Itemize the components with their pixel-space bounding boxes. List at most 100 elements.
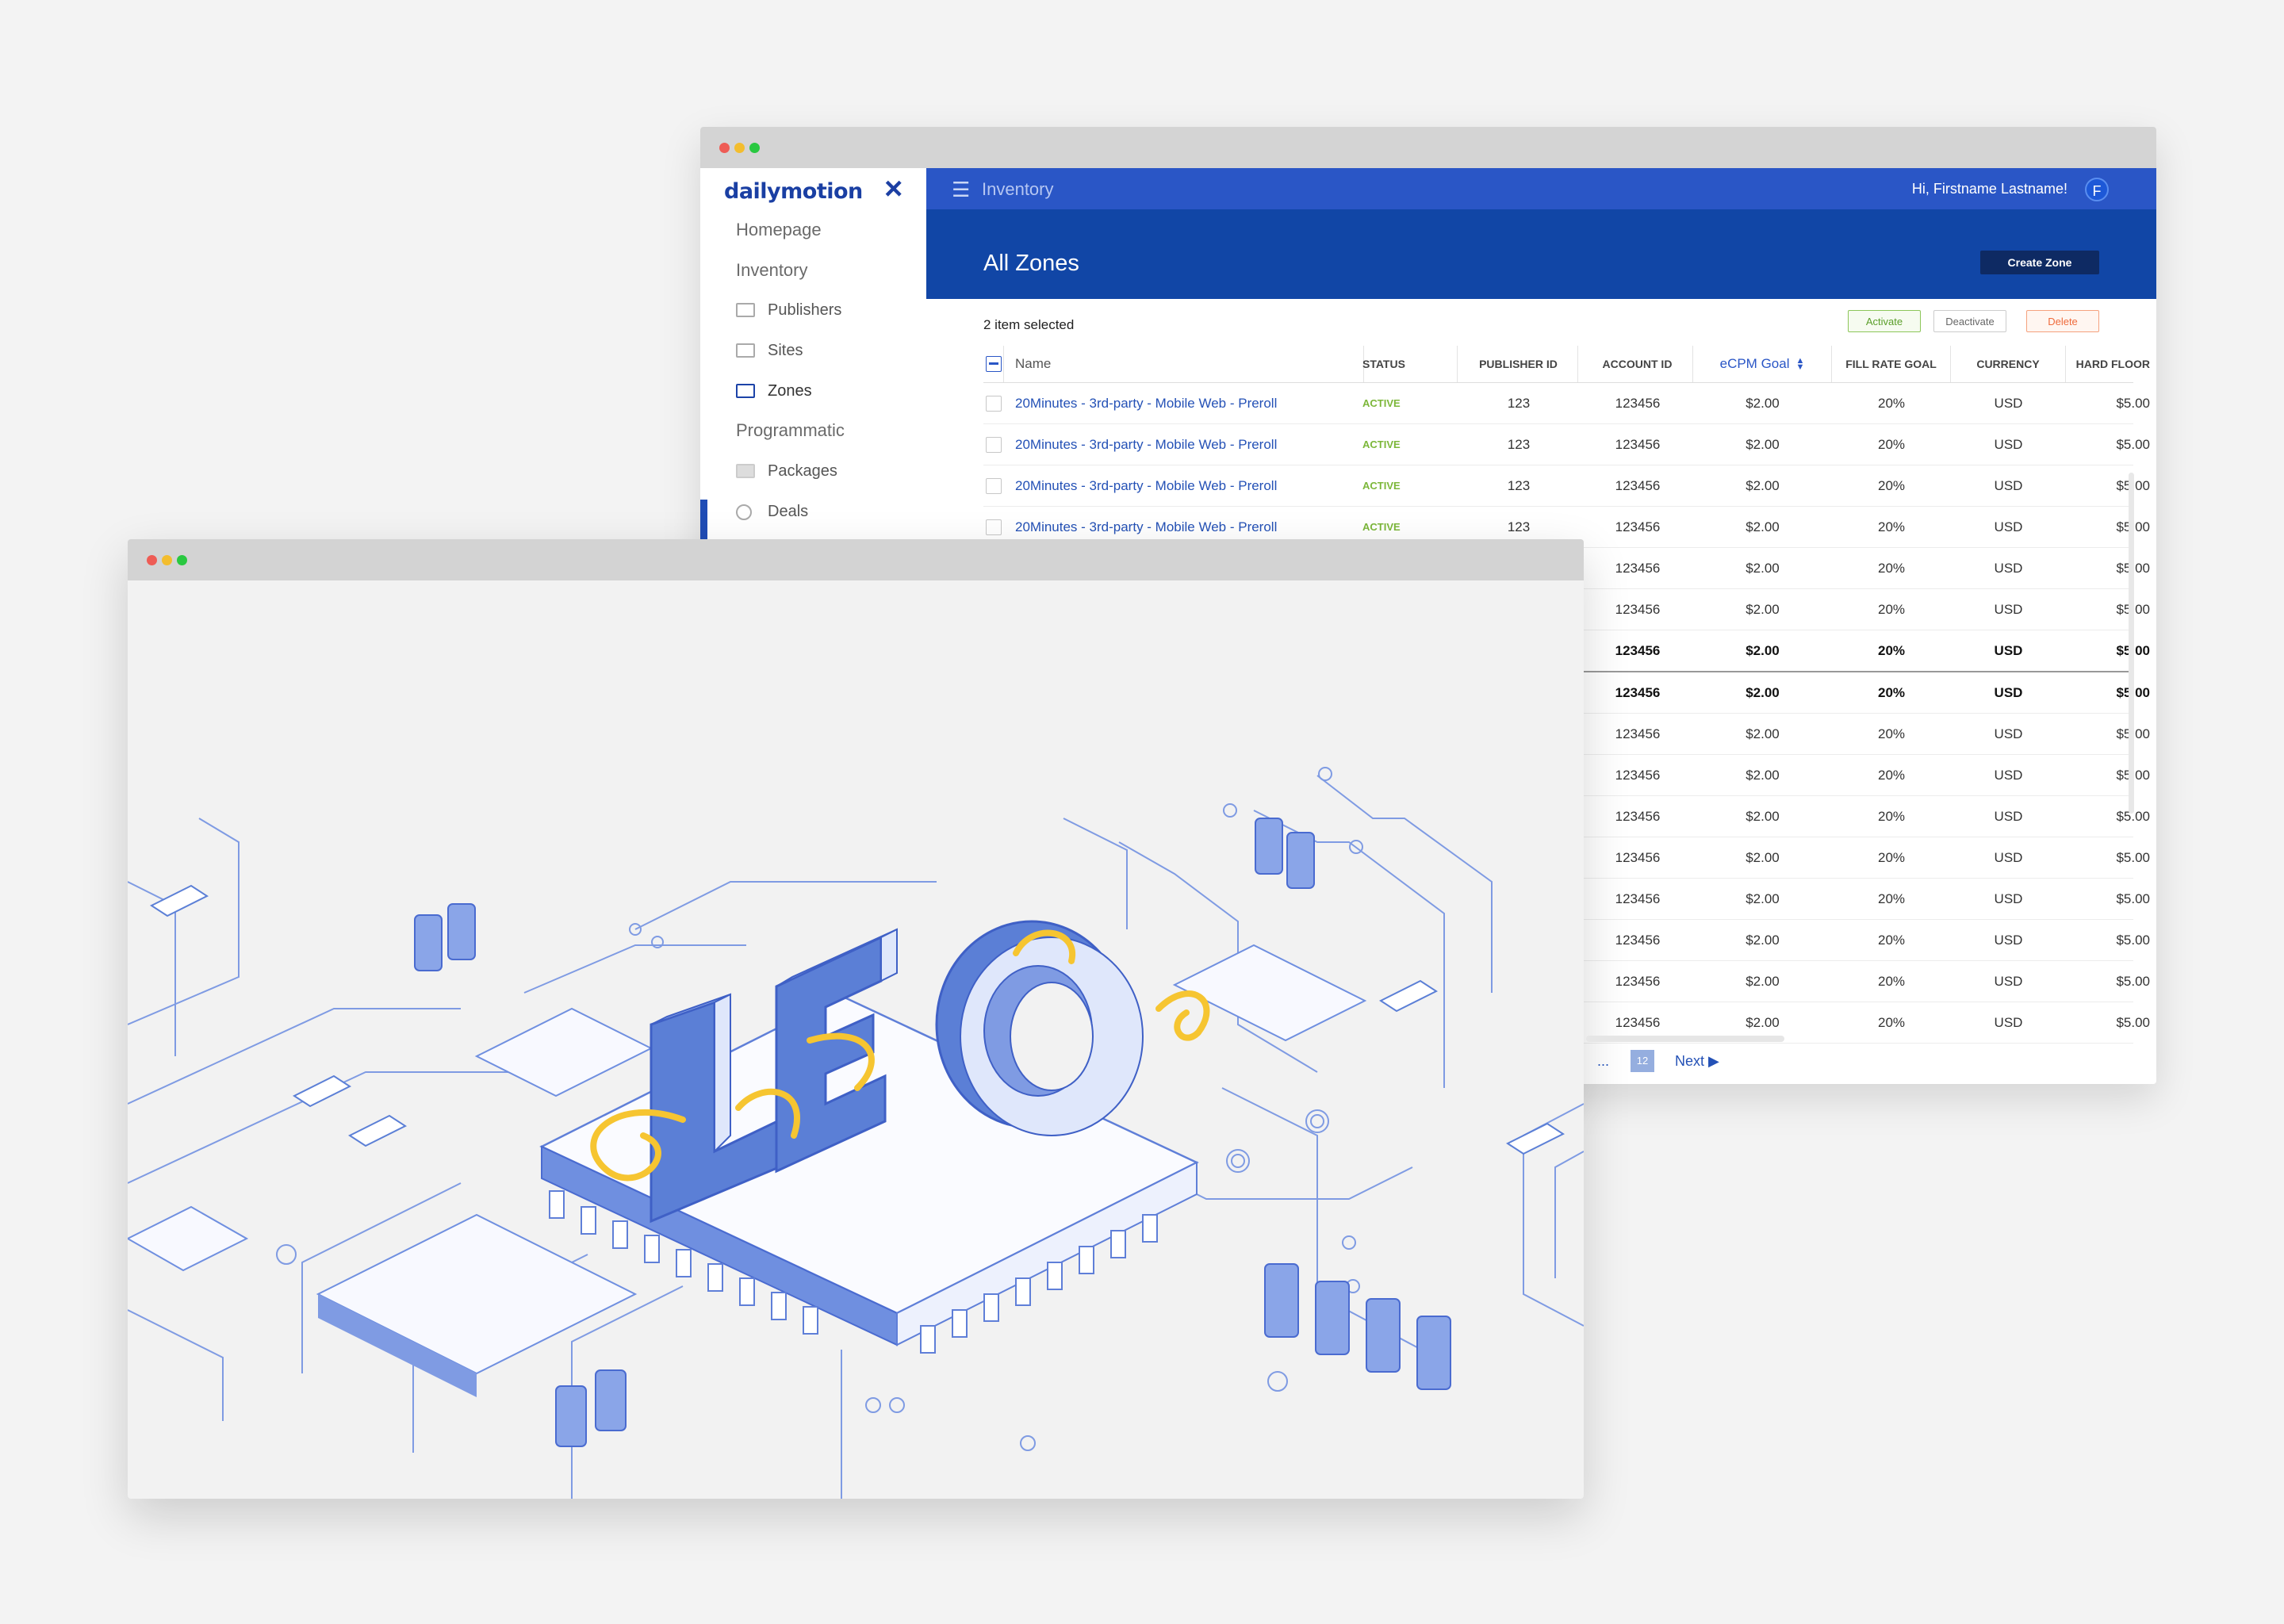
dailymotion-logo[interactable]: dailymotion	[724, 179, 863, 204]
row-checkbox-cell	[983, 465, 1004, 506]
maximize-window-button[interactable]	[177, 555, 187, 565]
currency-cell: USD	[1951, 589, 2066, 630]
ecpm-cell: $2.00	[1693, 755, 1832, 795]
capacitor	[1366, 1298, 1401, 1373]
row-checkbox[interactable]	[986, 436, 1002, 453]
capacitor	[1264, 1263, 1299, 1338]
activate-button[interactable]: Activate	[1848, 310, 1921, 332]
page-header: All Zones Create Zone	[926, 209, 2156, 299]
minimize-window-button[interactable]	[734, 143, 745, 153]
menu-icon[interactable]: ☰	[952, 178, 970, 202]
link-icon	[736, 504, 752, 520]
column-header-currency[interactable]: CURRENCY	[1951, 346, 2066, 382]
status-value: ACTIVE	[1362, 439, 1401, 450]
column-header-account-id[interactable]: ACCOUNT ID	[1582, 346, 1693, 382]
status-cell: ACTIVE	[1362, 424, 1458, 465]
column-header-ecpm[interactable]: eCPM Goal ▲ ▼	[1693, 346, 1832, 382]
circuit-pad	[1267, 1371, 1288, 1392]
selection-count: 2 item selected	[983, 317, 1075, 332]
table-row[interactable]: 20Minutes - 3rd-party - Mobile Web - Pre…	[983, 383, 2150, 424]
sidebar-item-publishers[interactable]: Publishers	[736, 297, 926, 329]
hard-floor-cell: $5.00	[2066, 465, 2156, 506]
currency-value: USD	[1994, 891, 2023, 906]
column-header-hard-floor[interactable]: HARD FLOOR	[2066, 346, 2156, 382]
ecpm-value: $2.00	[1746, 973, 1780, 989]
chip-pin	[644, 1235, 660, 1263]
user-greeting: Hi, Firstname Lastname!	[1911, 181, 2067, 197]
horizontal-scrollbar[interactable]	[1586, 1036, 1784, 1042]
ecpm-value: $2.00	[1746, 808, 1780, 824]
circuit-pad	[1318, 767, 1332, 781]
breadcrumb[interactable]: Inventory	[982, 179, 1054, 200]
capacitor	[595, 1369, 627, 1431]
circuit-pad	[1226, 1149, 1250, 1173]
zone-link[interactable]: 20Minutes - 3rd-party - Mobile Web - Pre…	[1015, 396, 1277, 412]
zone-link[interactable]: 20Minutes - 3rd-party - Mobile Web - Pre…	[1015, 519, 1277, 535]
hard-floor-cell: $5.00	[2066, 920, 2156, 960]
vertical-scrollbar[interactable]	[2129, 473, 2134, 814]
ecpm-value: $2.00	[1746, 1014, 1780, 1030]
row-checkbox-cell	[983, 383, 1004, 423]
currency-cell: USD	[1951, 796, 2066, 837]
close-window-button[interactable]	[719, 143, 730, 153]
deactivate-button[interactable]: Deactivate	[1933, 310, 2006, 332]
pagination-current-page[interactable]: 12	[1631, 1050, 1654, 1072]
fill-rate-cell: 20%	[1832, 507, 1951, 547]
fill-rate-value: 20%	[1877, 395, 1906, 411]
pagination-next[interactable]: Next ▶	[1675, 1053, 1719, 1070]
minimize-window-button[interactable]	[162, 555, 172, 565]
capacitor	[414, 914, 443, 971]
fill-rate-value: 20%	[1877, 973, 1906, 989]
account-id-cell: 123456	[1582, 630, 1693, 671]
sidebar-item-label: Packages	[768, 462, 837, 480]
sidebar-item-sites[interactable]: Sites	[736, 338, 926, 370]
chip-pin	[1079, 1246, 1094, 1274]
column-header-fill-rate[interactable]: FILL RATE GOAL	[1832, 346, 1951, 382]
column-header-name[interactable]: Name	[1015, 346, 1364, 382]
select-all-checkbox[interactable]	[985, 356, 1002, 372]
sort-icon[interactable]: ▲ ▼	[1795, 357, 1804, 372]
sidebar-item-deals[interactable]: Deals	[736, 499, 926, 530]
row-checkbox[interactable]	[986, 477, 1002, 494]
ecpm-cell: $2.00	[1693, 383, 1832, 423]
create-zone-button[interactable]: Create Zone	[1980, 251, 2099, 274]
table-row[interactable]: 20Minutes - 3rd-party - Mobile Web - Pre…	[983, 465, 2150, 507]
capacitor	[447, 903, 476, 960]
hard-floor-cell: $5.00	[2066, 796, 2156, 837]
table-row[interactable]: 20Minutes - 3rd-party - Mobile Web - Pre…	[983, 424, 2150, 465]
close-sidebar-icon[interactable]: ×	[884, 173, 902, 205]
sidebar-section-inventory[interactable]: Inventory	[736, 260, 808, 281]
chip-pin	[676, 1249, 692, 1277]
row-checkbox[interactable]	[986, 519, 1002, 535]
secondary-chip	[128, 1205, 249, 1272]
row-checkbox[interactable]	[986, 395, 1002, 412]
hard-floor-cell: $5.00	[2066, 507, 2156, 547]
sidebar-section-programmatic[interactable]: Programmatic	[736, 420, 845, 441]
window-titlebar	[128, 539, 1584, 580]
currency-value: USD	[1994, 1014, 2023, 1030]
sidebar-item-packages[interactable]: Packages	[736, 458, 926, 490]
pagination-ellipsis[interactable]: ...	[1597, 1053, 1609, 1070]
select-all-cell	[983, 346, 1004, 382]
column-header-status[interactable]: STATUS	[1362, 346, 1458, 382]
currency-value: USD	[1994, 973, 2023, 989]
sidebar-section-homepage[interactable]: Homepage	[736, 220, 822, 240]
delete-button[interactable]: Delete	[2026, 310, 2099, 332]
column-header-publisher-id[interactable]: PUBLISHER ID	[1459, 346, 1578, 382]
close-window-button[interactable]	[147, 555, 157, 565]
currency-cell: USD	[1951, 755, 2066, 795]
zone-link[interactable]: 20Minutes - 3rd-party - Mobile Web - Pre…	[1015, 478, 1277, 494]
illustration-window	[128, 539, 1584, 1499]
zone-link[interactable]: 20Minutes - 3rd-party - Mobile Web - Pre…	[1015, 437, 1277, 453]
maximize-window-button[interactable]	[749, 143, 760, 153]
hard-floor-cell: $5.00	[2066, 589, 2156, 630]
ecpm-value: $2.00	[1746, 560, 1780, 576]
chip-pin	[983, 1293, 999, 1322]
avatar[interactable]: F	[2085, 178, 2109, 201]
circuit-pad	[1310, 1114, 1324, 1128]
sidebar-item-zones[interactable]: Zones	[736, 378, 926, 410]
ecpm-cell: $2.00	[1693, 879, 1832, 919]
hard-floor-cell: $5.00	[2066, 837, 2156, 878]
currency-cell: USD	[1951, 424, 2066, 465]
fill-rate-cell: 20%	[1832, 837, 1951, 878]
